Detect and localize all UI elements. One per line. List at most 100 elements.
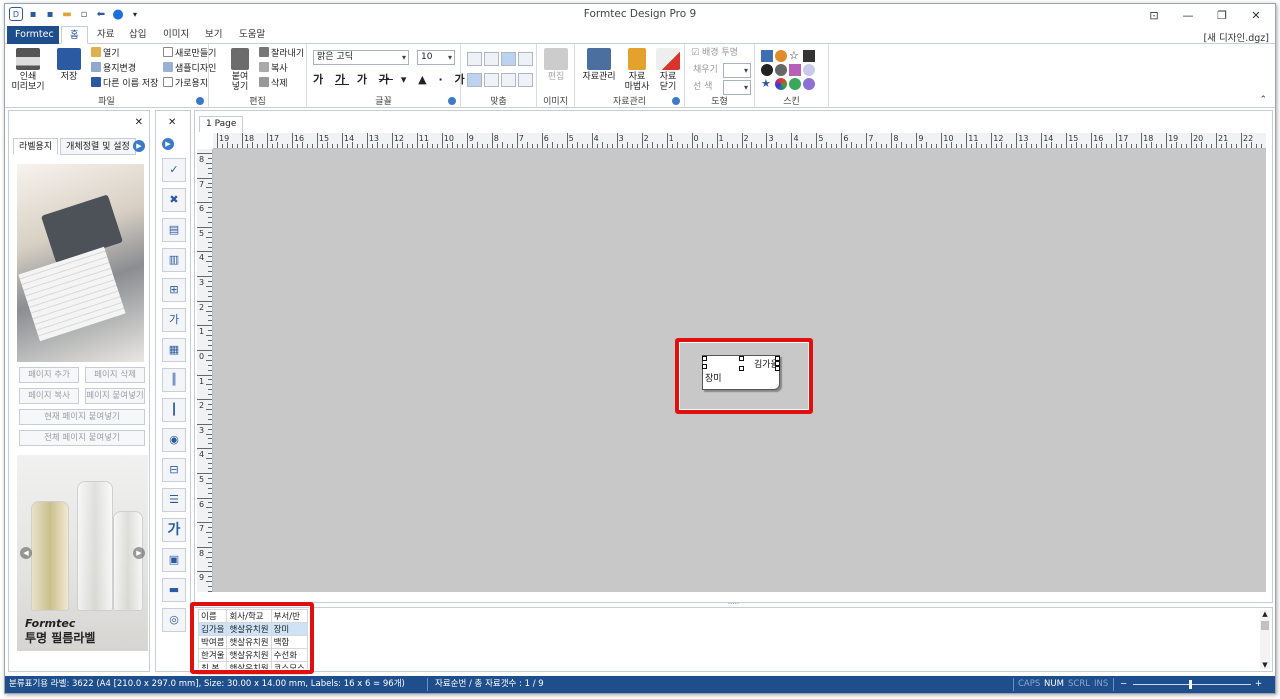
delete-button[interactable]: 삭제: [259, 77, 288, 90]
scroll-down-icon[interactable]: ▼: [1260, 661, 1270, 669]
help-window-icon[interactable]: ⊡: [1137, 5, 1171, 25]
resize-handle[interactable]: [739, 366, 744, 371]
paste-button[interactable]: 붙여 넣기: [227, 48, 253, 92]
skin-blue-icon[interactable]: [761, 50, 773, 62]
tab-insert[interactable]: 삽입: [121, 26, 154, 44]
skin-star-blue-icon[interactable]: ★: [761, 78, 773, 90]
restore-icon[interactable]: ❐: [1205, 5, 1239, 25]
tab-data[interactable]: 자료: [89, 26, 122, 44]
save-button[interactable]: 저장: [55, 48, 83, 82]
minimize-icon[interactable]: —: [1171, 5, 1205, 25]
skin-gray-icon[interactable]: [775, 64, 787, 76]
page-tab[interactable]: 1 Page: [199, 116, 244, 132]
skin-purple-icon[interactable]: [789, 64, 801, 76]
paste-page-button[interactable]: 페이지 붙여넣기: [85, 388, 145, 404]
tab-view[interactable]: 보기: [197, 26, 230, 44]
align-mc-icon[interactable]: [484, 73, 499, 87]
add-page-button[interactable]: 페이지 추가: [19, 367, 79, 383]
tab-help[interactable]: 도움말: [231, 26, 273, 44]
barcode-tool-icon[interactable]: ║: [162, 368, 186, 392]
file-launcher-icon[interactable]: [196, 97, 204, 105]
resize-handle[interactable]: [739, 356, 744, 361]
zoom-in-icon[interactable]: +: [1255, 676, 1262, 693]
resize-handle[interactable]: [775, 366, 780, 371]
font-launcher-icon[interactable]: [448, 97, 456, 105]
scroll-thumb[interactable]: [1261, 621, 1269, 630]
tab-object-align[interactable]: 개체정렬 및 설정: [60, 138, 136, 155]
zoom-out-icon[interactable]: −: [1120, 676, 1127, 693]
font-name-select[interactable]: 맑은 고딕: [313, 50, 409, 65]
label-object[interactable]: 김가을 장미: [702, 355, 780, 390]
align-tj-icon[interactable]: [518, 52, 533, 66]
skin-orange-icon[interactable]: [775, 50, 787, 62]
font-style-buttons[interactable]: 가 가 가 가 ▾ ▲ · 가↑: [313, 73, 482, 86]
vertical-text-tool-icon[interactable]: ▥: [162, 248, 186, 272]
skin-light-icon[interactable]: [803, 64, 815, 76]
align-mid-row[interactable]: [467, 73, 535, 90]
font-tool-icon[interactable]: 가: [162, 308, 186, 332]
delete-page-button[interactable]: 페이지 삭제: [85, 367, 145, 383]
select-tool-icon[interactable]: ✓: [162, 158, 186, 182]
print-preview-button[interactable]: 인쇄 미리보기: [11, 48, 45, 92]
carousel-next-icon[interactable]: ▶: [133, 547, 145, 559]
text-box-tool-icon[interactable]: ▤: [162, 218, 186, 242]
tab-formtec[interactable]: Formtec: [7, 26, 59, 44]
data-wizard-button[interactable]: 자료 마법사: [623, 48, 651, 92]
image-edit-button[interactable]: 편집: [543, 48, 569, 82]
tab-image[interactable]: 이미지: [155, 26, 197, 44]
skin-gallery[interactable]: ☆ ★: [761, 50, 819, 90]
fill-color-select[interactable]: [723, 63, 751, 78]
change-paper-button[interactable]: 용지변경: [91, 62, 136, 75]
font-size-select[interactable]: 10: [417, 50, 455, 65]
cancel-select-tool-icon[interactable]: ✖: [162, 188, 186, 212]
align-top-row[interactable]: [467, 52, 535, 69]
skin-green-icon[interactable]: [789, 78, 801, 90]
line-tool-icon[interactable]: ☰: [162, 488, 186, 512]
data-launcher-icon[interactable]: [672, 97, 680, 105]
zoom-slider[interactable]: [1133, 684, 1251, 685]
qr-code-tool-icon[interactable]: ▦: [162, 338, 186, 362]
text-tool-icon[interactable]: 가: [162, 518, 186, 542]
data-close-button[interactable]: 자료 닫기: [655, 48, 681, 92]
serial-number-tool-icon[interactable]: ⊞: [162, 278, 186, 302]
scroll-up-icon[interactable]: ▲: [1260, 610, 1270, 618]
align-ml-icon[interactable]: [467, 73, 482, 87]
open-button[interactable]: 열기: [91, 47, 120, 60]
resize-handle[interactable]: [702, 356, 707, 361]
align-mj-icon[interactable]: [518, 73, 533, 87]
align-tl-icon[interactable]: [467, 52, 482, 66]
collapse-ribbon-icon[interactable]: ⌃: [1259, 95, 1267, 105]
save-as-button[interactable]: 다른 이름 저장: [91, 77, 158, 90]
landscape-button[interactable]: 가로용지: [163, 77, 208, 90]
cut-button[interactable]: 잘라내기: [259, 47, 304, 60]
resize-handle[interactable]: [702, 364, 707, 369]
bg-transparent-checkbox[interactable]: ☑ 배경 투명: [691, 47, 738, 60]
paste-current-page-button[interactable]: 현재 페이지 붙여넣기: [19, 409, 145, 425]
skin-black-icon[interactable]: [761, 64, 773, 76]
tab-home[interactable]: 홈: [61, 26, 88, 44]
align-tc-icon[interactable]: [484, 52, 499, 66]
skin-violet-icon[interactable]: [803, 78, 815, 90]
workspace[interactable]: 김가을 장미: [213, 149, 1266, 592]
zoom-slider-thumb[interactable]: [1189, 680, 1192, 689]
skin-multi-icon[interactable]: [775, 78, 787, 90]
grid-scrollbar[interactable]: ▲ ▼: [1260, 610, 1270, 669]
label-text-class[interactable]: 장미: [705, 371, 722, 384]
image-tool-icon[interactable]: ▣: [162, 548, 186, 572]
skin-star-icon[interactable]: ☆: [789, 50, 801, 62]
tab-label-paper[interactable]: 라벨용지: [13, 138, 59, 155]
shape-tool-icon[interactable]: ◉: [162, 428, 186, 452]
line-color-select[interactable]: [723, 80, 751, 95]
toolbox-close-icon[interactable]: ✕: [168, 117, 176, 128]
align-tr-icon[interactable]: [501, 52, 516, 66]
barcode2-tool-icon[interactable]: ┃: [162, 398, 186, 422]
panel-close-icon[interactable]: ✕: [135, 117, 143, 128]
data-management-button[interactable]: 자료관리: [581, 48, 617, 82]
close-icon[interactable]: ✕: [1239, 5, 1273, 25]
picture-tool-icon[interactable]: ▬: [162, 578, 186, 602]
paste-all-pages-button[interactable]: 전체 페이지 붙여넣기: [19, 430, 145, 446]
copy-button[interactable]: 복사: [259, 62, 288, 75]
panel-next-icon[interactable]: ▶: [133, 140, 145, 152]
toolbox-next-icon[interactable]: ▶: [162, 138, 174, 150]
cd-tool-icon[interactable]: ◎: [162, 608, 186, 632]
